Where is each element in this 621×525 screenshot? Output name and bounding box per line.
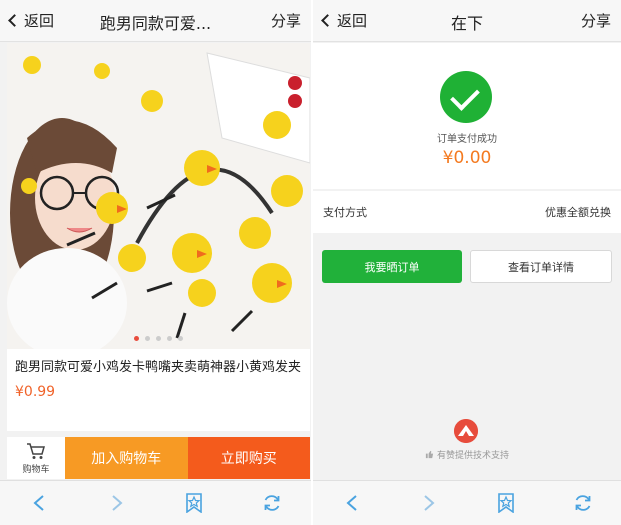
thumbs-up-icon bbox=[425, 450, 434, 459]
product-image[interactable] bbox=[7, 43, 310, 349]
cart-label: 购物车 bbox=[22, 464, 50, 475]
chevron-right-icon bbox=[111, 495, 123, 511]
chevron-right-icon bbox=[423, 495, 435, 511]
share-button[interactable]: 分享 bbox=[581, 10, 611, 31]
payment-success-card: 订单支付成功 ¥0.00 bbox=[313, 43, 621, 189]
browser-forward-button[interactable] bbox=[102, 488, 132, 518]
refresh-button[interactable] bbox=[568, 488, 598, 518]
cart-icon bbox=[27, 442, 45, 459]
bookmark-button[interactable] bbox=[491, 488, 521, 518]
browser-back-button[interactable] bbox=[337, 488, 367, 518]
carousel-dot[interactable] bbox=[134, 336, 139, 341]
carousel-dot[interactable] bbox=[178, 336, 183, 341]
share-button[interactable]: 分享 bbox=[271, 10, 301, 31]
share-order-button[interactable]: 我要晒订单 bbox=[322, 250, 462, 283]
refresh-button[interactable] bbox=[257, 488, 287, 518]
carousel-dot[interactable] bbox=[145, 336, 150, 341]
chevron-left-icon bbox=[345, 495, 357, 511]
order-success-page: 返回 在下 分享 订单支付成功 ¥0.00 支付方式 优惠全额兑换 我要晒订单 … bbox=[313, 0, 621, 525]
page-title: 跑男同款可爱... bbox=[99, 14, 212, 33]
product-info: 跑男同款可爱小鸡发卡鸭嘴夹卖萌神器小黄鸡发夹 ¥0.99 bbox=[7, 349, 310, 431]
chevron-left-icon bbox=[33, 495, 44, 511]
success-check-icon bbox=[440, 71, 492, 123]
powered-by-text: 有赞提供技术支持 bbox=[436, 451, 509, 461]
payment-method-label: 支付方式 bbox=[323, 206, 367, 219]
buy-now-button[interactable]: 立即购买 bbox=[187, 437, 310, 479]
success-message: 订单支付成功 bbox=[437, 134, 497, 145]
order-actions: 我要晒订单 查看订单详情 bbox=[322, 250, 612, 283]
header-bar: 返回 跑男同款可爱... 分享 bbox=[0, 0, 311, 42]
cart-button[interactable]: 购物车 bbox=[7, 437, 65, 479]
bookmark-star-icon bbox=[186, 493, 203, 513]
carousel-dot[interactable] bbox=[167, 336, 172, 341]
buy-bar: 购物车 加入购物车 立即购买 bbox=[7, 437, 310, 479]
product-price: ¥0.99 bbox=[15, 384, 56, 400]
payment-method-row: 支付方式 优惠全额兑换 bbox=[313, 191, 621, 233]
chevron-left-icon bbox=[8, 14, 21, 27]
carousel-indicator bbox=[7, 336, 310, 341]
refresh-icon bbox=[575, 495, 590, 511]
header-bar: 返回 在下 分享 bbox=[313, 0, 621, 42]
back-button[interactable]: 返回 bbox=[8, 10, 55, 31]
browser-toolbar bbox=[0, 480, 311, 525]
powered-by: 有赞提供技术支持 bbox=[313, 448, 621, 461]
paid-amount: ¥0.00 bbox=[442, 148, 492, 168]
product-photo-icon bbox=[7, 43, 310, 349]
browser-back-button[interactable] bbox=[24, 488, 54, 518]
brand-logo bbox=[454, 419, 478, 443]
carousel-dot[interactable] bbox=[156, 336, 161, 341]
view-order-detail-button[interactable]: 查看订单详情 bbox=[470, 250, 612, 283]
product-page: 返回 跑男同款可爱... 分享 跑男同款可爱小鸡发卡鸭嘴夹卖萌神器小黄鸡发夹 ¥… bbox=[0, 0, 311, 525]
add-to-cart-button[interactable]: 加入购物车 bbox=[65, 437, 188, 479]
bookmark-star-icon bbox=[497, 493, 514, 513]
chevron-left-icon bbox=[321, 14, 334, 27]
product-title: 跑男同款可爱小鸡发卡鸭嘴夹卖萌神器小黄鸡发夹 bbox=[15, 360, 302, 375]
back-button[interactable]: 返回 bbox=[321, 10, 368, 31]
payment-method-value: 优惠全额兑换 bbox=[545, 206, 611, 219]
refresh-icon bbox=[264, 495, 280, 511]
browser-forward-button[interactable] bbox=[414, 488, 444, 518]
back-label: 返回 bbox=[337, 12, 368, 30]
youzan-logo-icon bbox=[454, 419, 478, 443]
page-title: 在下 bbox=[450, 14, 483, 33]
back-label: 返回 bbox=[24, 12, 55, 30]
bookmark-button[interactable] bbox=[179, 488, 209, 518]
browser-toolbar bbox=[313, 480, 621, 525]
